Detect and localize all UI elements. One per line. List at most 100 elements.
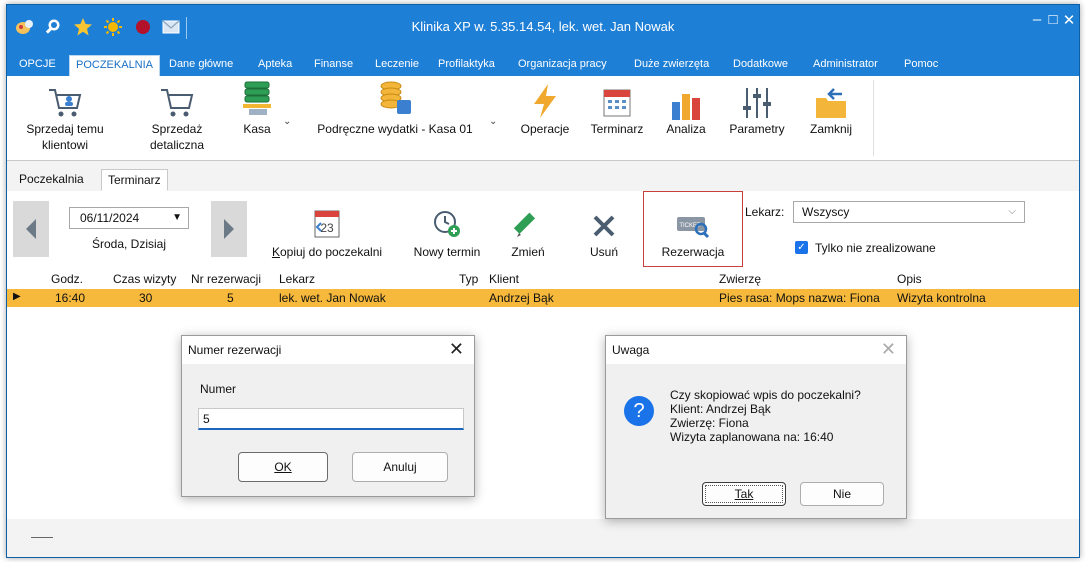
yes-button[interactable]: Tak <box>702 482 786 506</box>
calendar-icon <box>585 76 649 120</box>
minimize-button[interactable]: – <box>1029 11 1045 28</box>
previous-day-button[interactable] <box>13 201 49 257</box>
cart-icon <box>137 76 217 120</box>
analysis-label: Analiza <box>666 122 706 136</box>
tab-organizacja-pracy[interactable]: Organizacja pracy <box>512 55 613 76</box>
column-header[interactable]: Czas wizyty <box>113 272 176 286</box>
cancel-label: Anuluj <box>383 460 417 474</box>
schedule-button[interactable]: Terminarz <box>585 76 649 136</box>
dialog-title-bar: Numer rezerwacji ✕ <box>182 336 474 364</box>
arrow-right-icon <box>224 219 234 239</box>
ribbon: Sprzedaj temu klientowi Sprzedaż detalic… <box>7 76 1079 161</box>
status-indicator <box>31 537 53 538</box>
close-icon[interactable]: ✕ <box>449 339 464 360</box>
doctor-select[interactable]: Wszyscy ⌵ <box>793 201 1025 223</box>
tab-opcje[interactable]: OPCJE <box>13 55 62 76</box>
date-picker[interactable]: 06/11/2024 ▼ <box>69 207 189 229</box>
bar-chart-icon <box>661 76 711 120</box>
close-icon[interactable]: ✕ <box>881 339 896 360</box>
chevron-down-icon: ▼ <box>172 212 182 223</box>
parameters-button[interactable]: Parametry <box>723 76 791 136</box>
pencil-icon <box>503 205 553 239</box>
tab-dodatkowe[interactable]: Dodatkowe <box>727 55 794 76</box>
schedule-label: Terminarz <box>590 122 644 136</box>
retail-sale-button[interactable]: Sprzedaż detaliczna <box>137 76 217 152</box>
close-window-button[interactable]: ✕ <box>1061 11 1077 29</box>
title-bar: Klinika XP w. 5.35.14.54, lek. wet. Jan … <box>7 5 1079 51</box>
copy-label-text: opiuj do poczekalni <box>279 245 383 259</box>
analysis-button[interactable]: Analiza <box>661 76 711 136</box>
cancel-button[interactable]: Anuluj <box>352 452 448 482</box>
maximize-button[interactable]: □ <box>1045 11 1061 28</box>
only-unrealized-label: Tylko nie zrealizowane <box>815 241 936 255</box>
table-row[interactable]: ▶ 16:40 30 5 lek. wet. Jan Nowak Andrzej… <box>7 289 1079 307</box>
sell-to-client-label-1: Sprzedaj temu <box>26 122 104 136</box>
column-header[interactable]: Klient <box>489 272 519 286</box>
message-line: Wizyta zaplanowana na: 16:40 <box>670 430 834 444</box>
calendar-copy-icon: 23 <box>263 205 391 239</box>
doctor-select-value: Wszyscy <box>802 205 850 219</box>
message-line: Klient: Andrzej Bąk <box>670 402 771 416</box>
delete-button[interactable]: Usuń <box>581 205 627 259</box>
tab-poczekalnia[interactable]: POCZEKALNIA <box>69 55 161 76</box>
tab-dane-glowne[interactable]: Dane główne <box>163 55 239 76</box>
tab-apteka[interactable]: Apteka <box>252 55 298 76</box>
column-header[interactable]: Nr rezerwacji <box>191 272 261 286</box>
only-unrealized-checkbox[interactable]: ✓ <box>795 241 808 254</box>
column-header[interactable]: Opis <box>897 272 922 286</box>
column-header[interactable]: Lekarz <box>279 272 315 286</box>
tab-administrator[interactable]: Administrator <box>807 55 884 76</box>
petty-cash-dropdown-chevron-icon[interactable]: ⌄ <box>489 116 497 127</box>
tab-poczekalnia-sub[interactable]: Poczekalnia <box>13 169 90 191</box>
ok-label: OK <box>274 460 292 474</box>
retail-sale-label-2: detaliczna <box>149 138 205 152</box>
next-day-button[interactable] <box>211 201 247 257</box>
tab-leczenie[interactable]: Leczenie <box>369 55 425 76</box>
folder-exit-icon <box>803 76 859 120</box>
petty-cash-button[interactable]: Podręczne wydatki - Kasa 01 <box>307 76 483 136</box>
dialog-title: Numer rezerwacji <box>188 343 282 357</box>
clock-add-icon <box>405 205 489 239</box>
tab-duze-zwierzeta[interactable]: Duże zwierzęta <box>628 55 715 76</box>
ticket-search-icon: TICKET <box>647 205 739 239</box>
close-ribbon-button[interactable]: Zamknij <box>803 76 859 136</box>
chevron-down-icon: ⌵ <box>1008 206 1016 217</box>
change-button[interactable]: Zmień <box>503 205 553 259</box>
tab-profilaktyka[interactable]: Profilaktyka <box>432 55 501 76</box>
tab-finanse[interactable]: Finanse <box>308 55 359 76</box>
number-label: Numer <box>200 382 237 396</box>
change-label: Zmień <box>511 245 545 259</box>
number-input-value: 5 <box>203 412 210 426</box>
cell-klient: Andrzej Bąk <box>489 291 554 305</box>
coin-wallet-icon <box>307 76 483 120</box>
window-title: Klinika XP w. 5.35.14.54, lek. wet. Jan … <box>411 19 675 34</box>
kasa-button[interactable]: Kasa <box>235 76 279 136</box>
delete-label: Usuń <box>589 245 618 259</box>
kasa-dropdown-chevron-icon[interactable]: ⌄ <box>283 116 291 127</box>
tab-terminarz[interactable]: Terminarz <box>101 169 168 191</box>
cell-czas: 30 <box>139 291 153 305</box>
message-line: Zwierzę: Fiona <box>670 416 749 430</box>
grid-header: Godz. Czas wizyty Nr rezerwacji Lekarz T… <box>7 269 1079 289</box>
tab-pomoc[interactable]: Pomoc <box>898 55 944 76</box>
column-header[interactable]: Zwierzę <box>719 272 761 286</box>
ok-button[interactable]: OK <box>238 452 328 482</box>
operations-label: Operacje <box>520 122 570 136</box>
menu-tab-bar: OPCJE POCZEKALNIA Dane główne Apteka Fin… <box>7 51 1079 76</box>
cell-opis: Wizyta kontrolna <box>897 291 986 305</box>
operations-button[interactable]: Operacje <box>517 76 573 136</box>
message-line: Czy skopiować wpis do poczekalni? <box>670 388 861 402</box>
number-input[interactable]: 5 <box>198 408 464 430</box>
reservation-button[interactable]: TICKET Rezerwacja <box>647 205 739 259</box>
column-header[interactable]: Godz. <box>51 272 83 286</box>
kasa-label: Kasa <box>243 122 271 136</box>
row-marker-icon: ▶ <box>13 291 21 302</box>
no-button[interactable]: Nie <box>800 482 884 506</box>
day-label: Środa, Dzisiaj <box>91 237 167 251</box>
sell-to-client-label-2: klientowi <box>41 138 89 152</box>
sell-to-client-button[interactable]: Sprzedaj temu klientowi <box>17 76 113 152</box>
no-label: Nie <box>832 487 851 501</box>
copy-to-waiting-room-button[interactable]: 23 Kopiuj do poczekalni <box>263 205 391 259</box>
column-header[interactable]: Typ <box>459 272 478 286</box>
new-term-button[interactable]: Nowy termin <box>405 205 489 259</box>
